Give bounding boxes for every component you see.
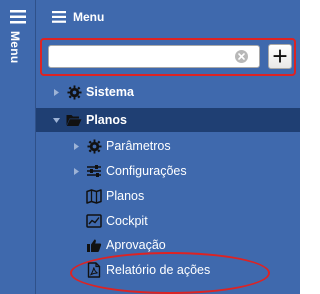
expand-caret-icon[interactable] xyxy=(50,88,62,97)
search-bar xyxy=(40,38,296,76)
panel-header: Menu xyxy=(36,0,300,34)
add-button[interactable] xyxy=(268,44,292,69)
thumbs-up-icon xyxy=(86,237,102,253)
expand-caret-icon[interactable] xyxy=(70,142,82,151)
tree-item-relatorio-de-acoes[interactable]: Relatório de ações xyxy=(36,258,300,282)
tree-item-label: Cockpit xyxy=(106,214,148,228)
sliders-icon xyxy=(86,163,102,179)
menu-panel: Menu Sistema Planos Parâmetros Configura… xyxy=(36,0,300,294)
tree-item-label: Relatório de ações xyxy=(106,263,211,277)
panel-title: Menu xyxy=(73,10,105,24)
tree-item-label: Planos xyxy=(106,189,145,203)
tree-item-label: Sistema xyxy=(86,85,134,99)
pdf-icon xyxy=(86,262,102,278)
dashboard-icon xyxy=(86,213,102,229)
hamburger-menu-icon[interactable] xyxy=(52,11,66,23)
tree-item-cockpit[interactable]: Cockpit xyxy=(36,209,300,233)
folder-open-icon xyxy=(66,112,82,128)
menu-rail-title: Menu xyxy=(8,31,22,64)
tree-item-parametros[interactable]: Parâmetros xyxy=(36,134,300,158)
tree-item-label: Parâmetros xyxy=(106,139,171,153)
gear-icon xyxy=(86,138,102,154)
tree-item-label: Aprovação xyxy=(106,238,166,252)
gear-icon xyxy=(66,84,82,100)
hamburger-menu-icon[interactable] xyxy=(10,10,26,24)
tree-item-planos-child[interactable]: Planos xyxy=(36,184,300,208)
tree-item-sistema[interactable]: Sistema xyxy=(36,80,300,104)
tree-item-aprovacao[interactable]: Aprovação xyxy=(36,233,300,257)
tree-item-label: Planos xyxy=(86,113,127,127)
menu-rail: Menu xyxy=(0,0,36,294)
tree-item-label: Configurações xyxy=(106,164,187,178)
clear-search-icon[interactable] xyxy=(235,50,248,63)
search-input[interactable] xyxy=(48,45,260,68)
map-icon xyxy=(86,188,102,204)
tree-item-configuracoes[interactable]: Configurações xyxy=(36,159,300,183)
expand-caret-icon[interactable] xyxy=(70,167,82,176)
collapse-caret-icon[interactable] xyxy=(50,117,62,124)
plus-icon xyxy=(273,49,287,63)
tree-item-planos[interactable]: Planos xyxy=(36,108,300,132)
